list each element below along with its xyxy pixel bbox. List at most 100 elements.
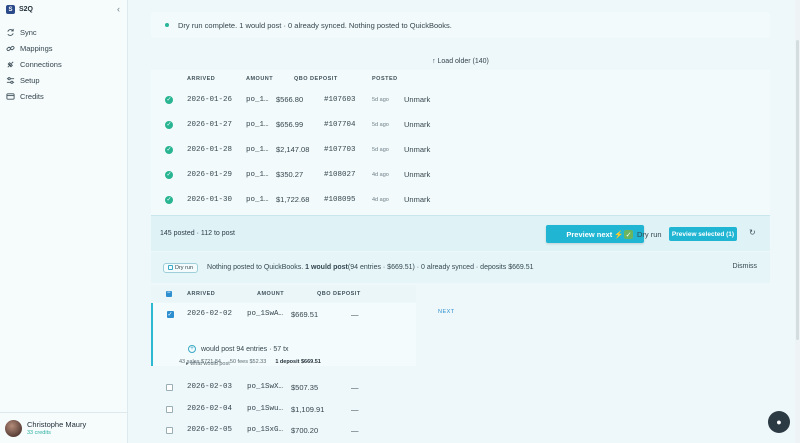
row-amount: $700.20 <box>291 425 319 435</box>
check-circle-icon: ✓ <box>165 170 173 179</box>
chevron-left-icon[interactable]: ‹ <box>117 4 120 14</box>
row-date: 2026-01-27 <box>187 120 233 129</box>
table-row[interactable]: 2026-02-05 po_1SxG… $700.20 — <box>151 419 359 441</box>
plug-icon <box>7 60 14 68</box>
would-post-summary[interactable]: + would post 94 entries · 57 tx <box>188 345 289 353</box>
table-row[interactable]: ✓ 2026-01-28 po_1… $2,147.08 #107703 5d ago Un… <box>151 137 770 162</box>
what-would-post-toggle[interactable]: ▸ what would post <box>186 361 230 367</box>
status-dot-icon <box>165 23 169 27</box>
post-summary: 145 posted · 112 to post <box>160 230 235 237</box>
row-checkbox[interactable] <box>165 426 173 434</box>
dry-run-tag-label: Dry run <box>175 264 194 271</box>
unmark-button[interactable]: Unmark <box>404 145 444 154</box>
checkbox-checked-icon[interactable]: ✓ <box>624 230 633 239</box>
unmark-button[interactable]: Unmark <box>404 170 444 179</box>
table-row[interactable]: 2026-02-04 po_1Swu… $1,109.91 — <box>151 398 359 420</box>
row-checkbox[interactable] <box>165 383 173 391</box>
row-amount: $507.35 <box>291 382 319 392</box>
sidebar-nav: Sync Mappings Connections Setup Credits <box>6 24 62 104</box>
sidebar-item-mappings[interactable]: Mappings <box>6 40 62 56</box>
table-header: − ARRIVED AMOUNT QBO DEPOSIT <box>151 285 416 302</box>
load-older-button[interactable]: ↑ Load older (140) <box>151 58 770 65</box>
col-qbo-deposit[interactable]: QBO DEPOSIT <box>294 76 374 82</box>
row-checkbox[interactable]: ✓ <box>166 310 174 318</box>
row-amount: $669.51 <box>291 309 319 319</box>
user-profile[interactable]: Christophe Maury 33 credits <box>0 412 127 443</box>
sidebar-item-setup[interactable]: Setup <box>6 72 62 88</box>
action-bar: 145 posted · 112 to post Preview next ⚡ … <box>151 215 770 251</box>
row-posted-ago: 5d ago <box>372 146 389 153</box>
col-arrived[interactable]: ARRIVED <box>187 76 246 82</box>
brand-logo: S <box>6 5 15 14</box>
refresh-icon[interactable]: ↻ <box>749 228 756 237</box>
sidebar-item-label: Credits <box>20 91 44 101</box>
row-deposit: #108027 <box>324 170 356 179</box>
row-date: 2026-02-02 <box>187 310 233 318</box>
sidebar-item-label: Sync <box>20 27 37 37</box>
sliders-icon <box>6 76 15 84</box>
chip-fees: 50 fees $52.33 <box>229 359 267 365</box>
posted-table: ARRIVED AMOUNT QBO DEPOSIT POSTED ✓ 2026-… <box>151 70 770 215</box>
pending-table: − ARRIVED AMOUNT QBO DEPOSIT ✓ 2026-02-0… <box>151 285 770 443</box>
select-all-checkbox[interactable]: − <box>166 290 172 297</box>
sidebar-item-connections[interactable]: Connections <box>6 56 62 72</box>
table-row[interactable]: ✓ 2026-02-02 po_1SwA… $669.51 — <box>153 303 359 325</box>
row-po: po_1… <box>246 195 269 204</box>
scrollbar[interactable] <box>795 0 800 443</box>
brand-name: S2Q <box>19 6 34 13</box>
row-posted-ago: 5d ago <box>372 96 389 103</box>
row-date: 2026-01-28 <box>187 145 233 154</box>
chat-launcher-icon[interactable]: ● <box>768 411 790 433</box>
check-circle-icon: ✓ <box>165 195 173 204</box>
row-deposit: #107704 <box>324 120 356 129</box>
check-circle-icon: ✓ <box>165 95 173 104</box>
selected-row[interactable]: ✓ 2026-02-02 po_1SwA… $669.51 — + would … <box>151 303 416 366</box>
row-amount: $566.80 <box>276 95 304 104</box>
dry-run-toggle[interactable]: ✓ Dry run <box>624 230 662 239</box>
sidebar-item-sync[interactable]: Sync <box>6 24 62 40</box>
row-date: 2026-01-30 <box>187 195 233 204</box>
brand[interactable]: S S2Q <box>6 5 33 14</box>
dry-run-banner: Dry run complete. 1 would post · 0 alrea… <box>151 12 770 38</box>
row-amount: $1,109.91 <box>291 404 325 414</box>
table-row[interactable]: ✓ 2026-01-27 po_1… $656.99 #107704 5d ago Unma… <box>151 112 770 137</box>
row-date: 2026-01-29 <box>187 170 233 179</box>
check-circle-icon: ✓ <box>165 120 173 129</box>
col-amount[interactable]: AMOUNT <box>246 76 294 82</box>
dry-result-prefix: Nothing posted to QuickBooks. <box>207 264 304 271</box>
row-deposit: #107603 <box>324 95 356 104</box>
user-name: Christophe Maury <box>27 420 87 429</box>
row-amount: $2,147.08 <box>276 145 310 154</box>
row-checkbox[interactable] <box>165 405 173 413</box>
table-row[interactable]: ✓ 2026-01-30 po_1… $1,722.68 #108095 4d ago Un… <box>151 187 770 212</box>
col-posted[interactable]: POSTED <box>372 76 412 82</box>
row-deposit: #108095 <box>324 195 356 204</box>
banner-text: Dry run complete. 1 would post · 0 alrea… <box>178 20 452 30</box>
sidebar-item-label: Connections <box>20 59 62 69</box>
row-date: 2026-02-04 <box>187 405 233 413</box>
scrollbar-thumb[interactable] <box>796 40 799 340</box>
row-deposit: #107703 <box>324 145 356 154</box>
table-row[interactable]: ✓ 2026-01-26 po_1… $566.80 #107603 5d ago Unma… <box>151 87 770 112</box>
unmark-button[interactable]: Unmark <box>404 95 444 104</box>
table-row[interactable]: 2026-02-03 po_1SwX… $507.35 — <box>151 376 359 398</box>
preview-selected-button[interactable]: Preview selected (1) <box>669 227 737 241</box>
col-amount[interactable]: AMOUNT <box>257 291 317 297</box>
dry-run-tag: Dry run <box>163 262 199 273</box>
table-header: ARRIVED AMOUNT QBO DEPOSIT POSTED <box>151 70 770 87</box>
sidebar-item-label: Mappings <box>20 43 53 53</box>
table-row[interactable]: ✓ 2026-01-29 po_1… $350.27 #108027 4d ago Unma… <box>151 162 770 187</box>
sidebar-item-credits[interactable]: Credits <box>6 88 62 104</box>
unmark-button[interactable]: Unmark <box>404 195 444 204</box>
plus-icon[interactable]: + <box>188 345 196 353</box>
col-arrived[interactable]: ARRIVED <box>187 291 257 297</box>
dismiss-button[interactable]: Dismiss <box>733 263 758 270</box>
unmark-button[interactable]: Unmark <box>404 120 444 129</box>
row-po: po_1SxG… <box>247 426 284 434</box>
check-circle-icon: ✓ <box>165 145 173 154</box>
row-posted-ago: 4d ago <box>372 196 389 203</box>
col-qbo-deposit[interactable]: QBO DEPOSIT <box>317 291 387 297</box>
row-posted-ago: 5d ago <box>372 121 389 128</box>
dry-run-result-bar: Dry run Nothing posted to QuickBooks. 1 … <box>151 252 770 283</box>
dry-run-label: Dry run <box>637 230 662 239</box>
